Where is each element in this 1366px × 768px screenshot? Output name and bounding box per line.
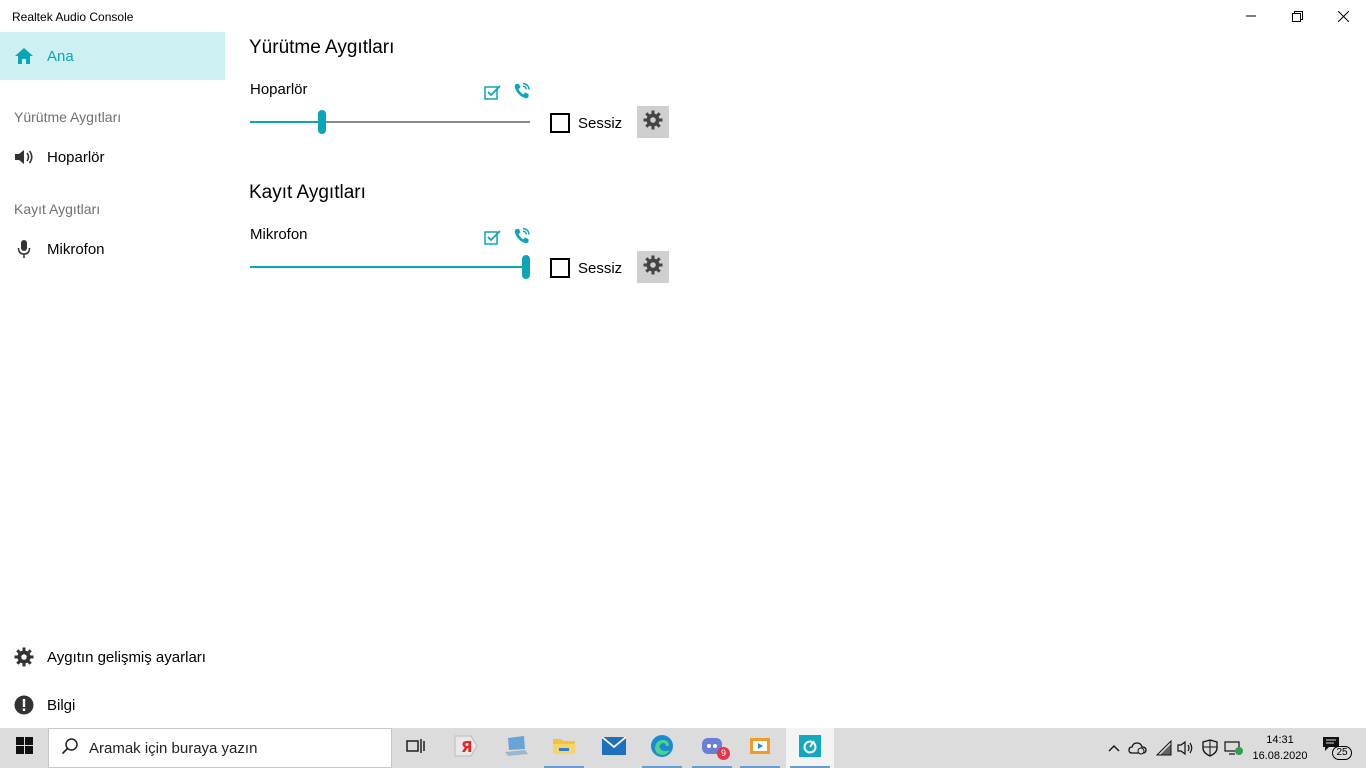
checkbox-box[interactable] (550, 258, 570, 278)
gear-icon (643, 110, 663, 135)
microphone-settings-button[interactable] (637, 251, 669, 283)
taskbar-clock[interactable]: 14:31 16.08.2020 (1248, 732, 1312, 764)
default-device-check-icon[interactable] (483, 227, 503, 247)
microphone-volume-slider[interactable] (250, 255, 530, 279)
search-placeholder: Aramak için buraya yazın (89, 739, 258, 757)
default-device-check-icon[interactable] (483, 82, 503, 102)
gear-icon (14, 647, 34, 667)
speaker-device-name: Hoparlör (250, 81, 308, 98)
folder-icon (552, 736, 576, 761)
yandex-browser-icon: Я (453, 734, 479, 763)
sidebar-item-label: Hoparlör (47, 148, 105, 166)
sidebar-item-home[interactable]: Ana (0, 32, 225, 80)
action-center-button[interactable]: 25 (1322, 737, 1352, 760)
checkbox-box[interactable] (550, 113, 570, 133)
taskbar-app-discord[interactable]: 9 (688, 728, 736, 768)
mute-label: Sessiz (578, 114, 623, 132)
taskbar-search-box[interactable]: Aramak için buraya yazın (48, 728, 392, 768)
edge-browser-icon (650, 734, 674, 763)
clock-date: 16.08.2020 (1252, 750, 1308, 762)
app-title: Realtek Audio Console (12, 10, 134, 24)
taskbar-app-yandex[interactable]: Я (442, 728, 490, 768)
sidebar-item-advanced-settings[interactable]: Aygıtın gelişmiş ayarları (0, 633, 225, 681)
network-status-icon[interactable] (1224, 738, 1244, 758)
communication-phone-icon[interactable] (512, 226, 532, 246)
sidebar-item-label: Aygıtın gelişmiş ayarları (47, 648, 206, 666)
microphone-device-name: Mikrofon (250, 226, 308, 243)
taskbar-app-laptop[interactable] (492, 728, 540, 768)
realtek-audio-icon (799, 734, 821, 762)
sidebar-item-label: Mikrofon (47, 240, 105, 258)
minimize-button[interactable] (1228, 0, 1274, 32)
microphone-icon (14, 239, 34, 259)
speaker-icon (14, 147, 34, 167)
restore-button[interactable] (1274, 0, 1320, 32)
taskbar-app-edge[interactable] (638, 728, 686, 768)
playback-section-label: Yürütme Aygıtları (14, 109, 122, 125)
search-icon (61, 737, 79, 760)
slider-thumb[interactable] (318, 110, 326, 134)
slider-fill (250, 266, 526, 268)
info-icon (14, 695, 34, 715)
sidebar-item-label: Bilgi (47, 696, 76, 714)
wifi-icon[interactable] (1154, 738, 1174, 758)
slider-fill (250, 121, 322, 123)
show-hidden-icons-chevron-icon[interactable] (1104, 738, 1124, 758)
mail-icon (601, 735, 627, 760)
mute-label: Sessiz (578, 259, 623, 277)
title-bar: Realtek Audio Console (0, 0, 1366, 32)
volume-icon[interactable] (1176, 738, 1196, 758)
sidebar-item-info[interactable]: Bilgi (0, 681, 225, 729)
gear-icon (643, 255, 663, 280)
speaker-volume-slider[interactable] (250, 110, 530, 134)
sidebar-item-speaker[interactable]: Hoparlör (0, 133, 225, 181)
speaker-mute-checkbox[interactable]: Sessiz (550, 113, 622, 133)
sidebar: Ana Yürütme Aygıtları Hoparlör Kayıt Ayg… (0, 32, 225, 728)
home-icon (14, 46, 34, 66)
notification-count: 25 (1332, 746, 1352, 760)
windows-logo-icon (15, 737, 33, 759)
clock-time: 14:31 (1266, 734, 1294, 746)
discord-notification-badge: 9 (717, 747, 730, 760)
sidebar-item-label: Ana (47, 47, 74, 65)
task-view-button[interactable] (392, 728, 440, 768)
task-view-icon (406, 738, 426, 759)
windows-security-shield-icon[interactable] (1200, 738, 1220, 758)
close-button[interactable] (1320, 0, 1366, 32)
media-player-icon (749, 735, 771, 762)
playback-devices-title: Yürütme Aygıtları (249, 37, 395, 58)
microphone-mute-checkbox[interactable]: Sessiz (550, 258, 622, 278)
svg-text:Я: Я (461, 738, 473, 756)
laptop-icon (503, 735, 529, 762)
taskbar-app-file-explorer[interactable] (540, 728, 588, 768)
speaker-settings-button[interactable] (637, 106, 669, 138)
record-section-label: Kayıt Aygıtları (14, 201, 101, 217)
taskbar-app-media-player[interactable] (736, 728, 784, 768)
main-content: Yürütme Aygıtları Hoparlör Sessiz Kayıt … (225, 32, 1366, 728)
slider-thumb[interactable] (522, 255, 530, 279)
start-button[interactable] (0, 728, 48, 768)
record-devices-title: Kayıt Aygıtları (249, 182, 366, 203)
communication-phone-icon[interactable] (512, 81, 532, 101)
taskbar: Aramak için buraya yazın Я 9 14:31 16.08… (0, 728, 1366, 768)
taskbar-app-realtek-audio-console[interactable] (786, 728, 834, 768)
taskbar-app-mail[interactable] (590, 728, 638, 768)
onedrive-icon[interactable] (1128, 738, 1148, 758)
sidebar-item-microphone[interactable]: Mikrofon (0, 225, 225, 273)
